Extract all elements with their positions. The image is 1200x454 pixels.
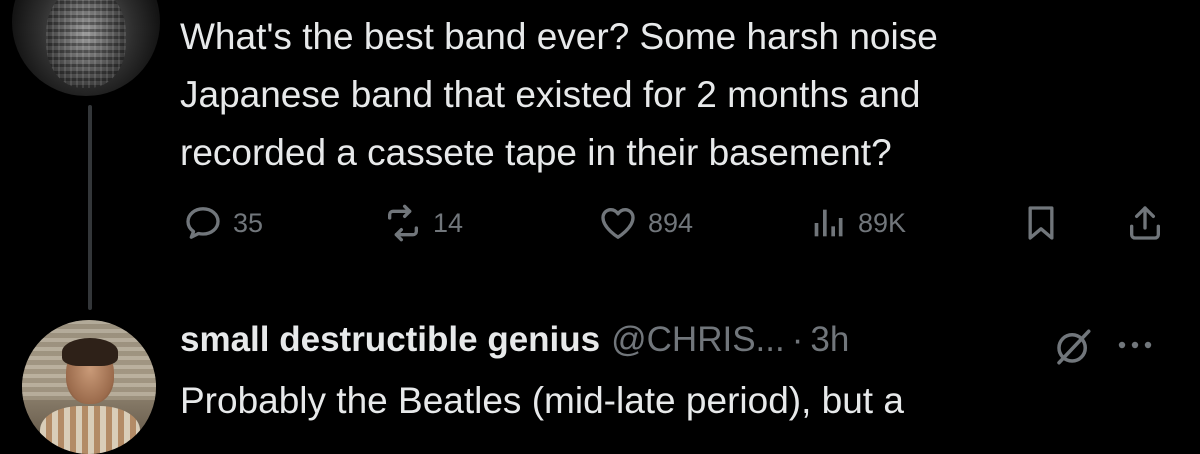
reply-text: Probably the Beatles (mid-late period), … bbox=[180, 380, 904, 421]
reply-count: 35 bbox=[233, 207, 264, 238]
repost-button[interactable]: 14 bbox=[383, 203, 463, 243]
reply-timestamp[interactable]: 3h bbox=[810, 320, 849, 360]
share-button[interactable] bbox=[1125, 203, 1165, 243]
reply-display-name[interactable]: small destructible genius bbox=[180, 320, 600, 360]
views-icon bbox=[814, 209, 843, 237]
avatar-hair bbox=[62, 338, 118, 366]
more-icon[interactable] bbox=[1115, 338, 1155, 352]
avatar-shirt bbox=[40, 406, 140, 454]
repost-icon bbox=[388, 204, 418, 242]
reply-button[interactable]: 35 bbox=[183, 203, 263, 243]
grok-icon[interactable] bbox=[1052, 326, 1094, 368]
separator-dot: · bbox=[791, 320, 804, 359]
reply-handle[interactable]: @CHRIS... bbox=[611, 320, 785, 360]
like-icon bbox=[601, 208, 635, 239]
views-button[interactable]: 89K bbox=[808, 203, 906, 243]
bookmark-icon bbox=[1028, 206, 1054, 240]
reply-header: small destructible genius @CHRIS... · 3h bbox=[180, 320, 849, 370]
author-avatar[interactable] bbox=[12, 0, 160, 96]
reply-author-avatar[interactable] bbox=[22, 320, 156, 454]
views-count: 89K bbox=[858, 207, 907, 238]
reply-icon bbox=[186, 207, 220, 239]
share-icon bbox=[1130, 206, 1160, 240]
avatar-face bbox=[46, 0, 126, 88]
tweet-text: What's the best band ever? Some harsh no… bbox=[180, 16, 938, 173]
like-count: 894 bbox=[648, 207, 694, 238]
like-button[interactable]: 894 bbox=[598, 203, 693, 243]
bookmark-button[interactable] bbox=[1021, 203, 1061, 243]
repost-count: 14 bbox=[433, 207, 464, 238]
tweet-actions: 35 14 894 89K bbox=[0, 203, 1200, 247]
